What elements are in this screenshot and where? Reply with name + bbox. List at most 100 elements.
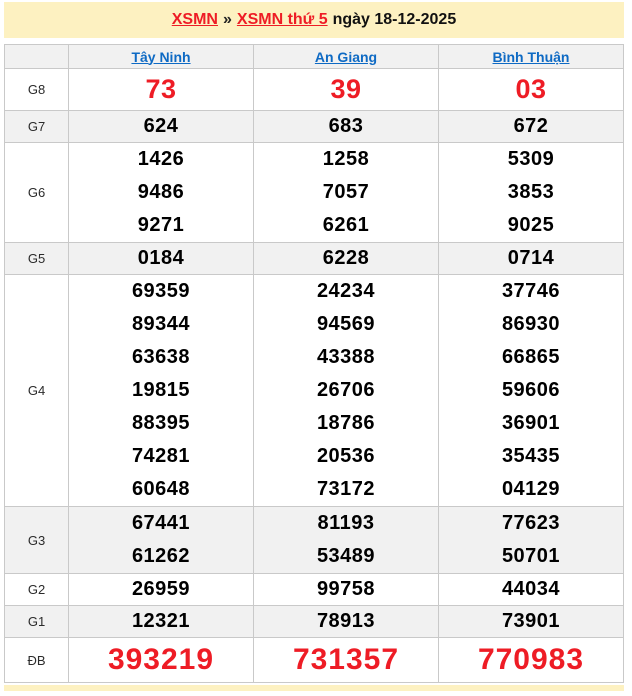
result-number: 43388 [254, 341, 438, 374]
province-link-binh-thuan[interactable]: Bình Thuận [493, 49, 570, 65]
result-number: 9271 [69, 209, 253, 242]
result-cell: 142694869271 [69, 143, 254, 243]
result-cell: 24234945694338826706187862053673172 [254, 275, 439, 507]
result-number: 81193 [254, 507, 438, 540]
result-number: 770983 [439, 638, 623, 682]
result-cell: 624 [69, 111, 254, 143]
result-cell: 125870576261 [254, 143, 439, 243]
result-number: 44034 [439, 574, 623, 605]
province-link-tay-ninh[interactable]: Tây Ninh [131, 49, 190, 65]
result-number: 9486 [69, 176, 253, 209]
result-number: 9025 [439, 209, 623, 242]
result-number: 73901 [439, 606, 623, 637]
result-number: 1426 [69, 143, 253, 176]
result-number: 73 [69, 69, 253, 110]
result-cell: 683 [254, 111, 439, 143]
result-number: 0714 [439, 243, 623, 274]
result-number: 99758 [254, 574, 438, 605]
prize-row-db: ĐB393219731357770983 [5, 638, 624, 683]
result-cell: 0714 [439, 243, 624, 275]
prize-label-g3: G3 [5, 507, 69, 574]
result-number: 74281 [69, 440, 253, 473]
result-cell: 44034 [439, 574, 624, 606]
result-number: 1258 [254, 143, 438, 176]
result-cell: 6228 [254, 243, 439, 275]
result-cell: 8119353489 [254, 507, 439, 574]
result-number: 63638 [69, 341, 253, 374]
result-cell: 12321 [69, 606, 254, 638]
prize-row-g1: G1123217891373901 [5, 606, 624, 638]
lottery-results-page: XSMN » XSMN thứ 5 ngày 18-12-2025 Tây Ninh … [0, 2, 632, 696]
result-cell: 69359893446363819815883957428160648 [69, 275, 254, 507]
province-link-an-giang[interactable]: An Giang [315, 49, 377, 65]
prize-label-db: ĐB [5, 638, 69, 683]
prize-row-g8: G8733903 [5, 69, 624, 111]
result-number: 66865 [439, 341, 623, 374]
result-number: 683 [254, 111, 438, 142]
prize-label-g1: G1 [5, 606, 69, 638]
result-number: 18786 [254, 407, 438, 440]
result-number: 53489 [254, 540, 438, 573]
result-cell: 39 [254, 69, 439, 111]
result-cell: 6744161262 [69, 507, 254, 574]
result-number: 04129 [439, 473, 623, 506]
prize-row-g2: G2269599975844034 [5, 574, 624, 606]
result-number: 5309 [439, 143, 623, 176]
prize-column-header [5, 45, 69, 69]
result-number: 6261 [254, 209, 438, 242]
result-number: 0184 [69, 243, 253, 274]
xsmn-breadcrumb-link[interactable]: XSMN [172, 11, 218, 28]
prize-row-g6: G6142694869271125870576261530938539025 [5, 143, 624, 243]
result-number: 86930 [439, 308, 623, 341]
draw-date-text: ngày 18-12-2025 [333, 11, 457, 28]
result-number: 77623 [439, 507, 623, 540]
result-cell: 0184 [69, 243, 254, 275]
result-number: 26959 [69, 574, 253, 605]
result-cell: 03 [439, 69, 624, 111]
result-number: 69359 [69, 275, 253, 308]
result-number: 89344 [69, 308, 253, 341]
result-cell: 672 [439, 111, 624, 143]
result-number: 19815 [69, 374, 253, 407]
result-cell: 770983 [439, 638, 624, 683]
result-number: 24234 [254, 275, 438, 308]
result-number: 73172 [254, 473, 438, 506]
result-number: 7057 [254, 176, 438, 209]
result-number: 50701 [439, 540, 623, 573]
prize-label-g8: G8 [5, 69, 69, 111]
result-cell: 73 [69, 69, 254, 111]
result-cell: 73901 [439, 606, 624, 638]
result-number: 35435 [439, 440, 623, 473]
result-cell: 99758 [254, 574, 439, 606]
result-number: 26706 [254, 374, 438, 407]
table-header-row: Tây Ninh An Giang Bình Thuận [5, 45, 624, 69]
breadcrumb-separator: » [223, 11, 232, 28]
result-number: 36901 [439, 407, 623, 440]
result-number: 67441 [69, 507, 253, 540]
prize-label-g5: G5 [5, 243, 69, 275]
result-cell: 731357 [254, 638, 439, 683]
result-number: 60648 [69, 473, 253, 506]
result-number: 88395 [69, 407, 253, 440]
result-number: 3853 [439, 176, 623, 209]
result-number: 393219 [69, 638, 253, 682]
result-number: 94569 [254, 308, 438, 341]
result-number: 20536 [254, 440, 438, 473]
prize-label-g6: G6 [5, 143, 69, 243]
result-cell: 37746869306686559606369013543504129 [439, 275, 624, 507]
result-number: 37746 [439, 275, 623, 308]
result-number: 78913 [254, 606, 438, 637]
results-table: Tây Ninh An Giang Bình Thuận G8733903G76… [4, 44, 624, 683]
xsmn-thu5-link[interactable]: XSMN thứ 5 [237, 11, 328, 28]
result-cell: 78913 [254, 606, 439, 638]
result-cell: 530938539025 [439, 143, 624, 243]
result-number: 624 [69, 111, 253, 142]
result-number: 672 [439, 111, 623, 142]
result-number: 731357 [254, 638, 438, 682]
prize-row-g3: G3674416126281193534897762350701 [5, 507, 624, 574]
prize-label-g2: G2 [5, 574, 69, 606]
result-number: 12321 [69, 606, 253, 637]
result-number: 61262 [69, 540, 253, 573]
result-number: 39 [254, 69, 438, 110]
bottom-strip [4, 685, 624, 691]
